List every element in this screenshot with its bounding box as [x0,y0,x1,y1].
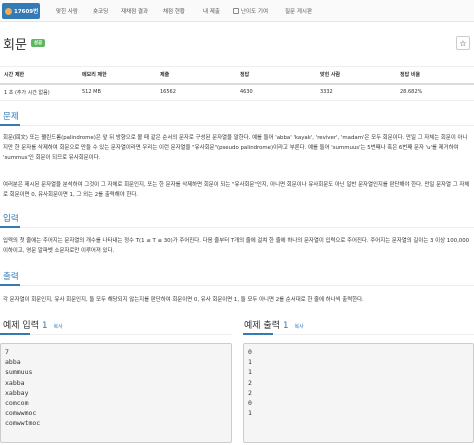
sample-output-copy-button[interactable]: 복사 [294,324,303,330]
nav-question-board[interactable]: 질문 게시판 [285,7,312,15]
edit-icon [233,8,239,14]
info-header-memory: 메모리 제한 [78,66,156,85]
output-divider [0,284,474,286]
info-value-row: 1 초 (추가 시간 없음) 512 MB 16562 4630 3332 28… [0,83,474,101]
sample-input-heading: 예제 입력 1 복사 [3,318,63,331]
problem-info-table: 시간 제한 메모리 제한 제출 정답 맞힌 사람 정답 비율 1 초 (추가 시… [0,66,474,101]
info-value-memory: 512 MB [78,83,156,101]
sample-output-heading: 예제 출력 1 복사 [244,318,304,331]
info-value-submissions: 16562 [156,83,236,101]
info-value-accepted: 4630 [236,83,316,101]
nav-difficulty-label: 난이도 기여 [241,9,269,15]
info-value-time: 1 초 (추가 시간 없음) [0,83,78,101]
info-header-time: 시간 제한 [0,66,78,85]
nav-short-coding[interactable]: 숏코딩 [93,7,108,15]
problem-number-tab[interactable]: 17609번 [2,3,40,19]
nav-solved-users[interactable]: 맞힌 사람 [56,7,78,15]
info-header-accepted: 정답 [236,66,316,85]
nav-rejudge-results[interactable]: 재채점 결과 [121,7,148,15]
sample-input-box: 7 abba summuus xabba xabbay comcom comww… [0,343,232,443]
sample-input-label: 예제 입력 [3,321,39,331]
info-header-row: 시간 제한 메모리 제한 제출 정답 맞힌 사람 정답 비율 [0,66,474,85]
sample-input-divider [0,333,232,335]
problem-page: 17609번 맞힌 사람 숏코딩 재채점 결과 채점 현황 내 제출 난이도 기… [0,0,474,445]
description-heading: 문제 [3,112,19,122]
sample-output-box: 0 1 1 2 2 0 1 [243,343,474,443]
info-header-submissions: 제출 [156,66,236,85]
description-paragraph-2: 여러분은 제시된 문자열을 분석하여 그것이 그 자체로 회문인지, 또는 한 … [3,182,470,198]
problem-number-label: 17609번 [14,9,39,15]
nav-difficulty-contribution[interactable]: 난이도 기여 [233,7,268,15]
problem-title-row: 회문 성공 [3,33,46,53]
info-value-ratio: 28.682% [396,83,474,101]
sample-input-copy-button[interactable]: 복사 [53,324,62,330]
sample-output-divider [243,333,474,335]
input-divider [0,226,474,228]
nav-status[interactable]: 채점 현황 [163,7,185,15]
page-title: 회문 [3,37,27,53]
input-paragraph: 입력의 첫 줄에는 주어지는 문자열의 개수를 나타내는 정수 T(1 ≤ T … [3,238,470,254]
info-value-solved: 3332 [316,83,396,101]
status-badge: 성공 [30,39,46,47]
sample-output-label: 예제 출력 [244,321,280,331]
output-paragraph: 각 문자열이 회문인지, 유사 회문인지, 둘 모두 해당되지 않는지를 판단하… [3,297,364,303]
favorite-button[interactable]: ☆ [456,36,470,50]
nav-my-submissions[interactable]: 내 제출 [203,7,220,15]
output-heading: 출력 [3,272,19,282]
star-icon: ☆ [459,38,467,48]
problem-nav: 17609번 맞힌 사람 숏코딩 재채점 결과 채점 현황 내 제출 난이도 기… [0,0,474,22]
input-heading: 입력 [3,214,19,224]
description-divider [0,124,474,126]
info-header-ratio: 정답 비율 [396,66,474,85]
sample-output-number: 1 [282,321,289,331]
description-paragraph-1: 회문(回文) 또는 팰린드롬(palindrome)은 앞 뒤 방향으로 볼 때… [3,135,468,161]
sample-input-number: 1 [41,321,48,331]
info-header-solved: 맞힌 사람 [316,66,396,85]
tier-icon [5,7,12,15]
